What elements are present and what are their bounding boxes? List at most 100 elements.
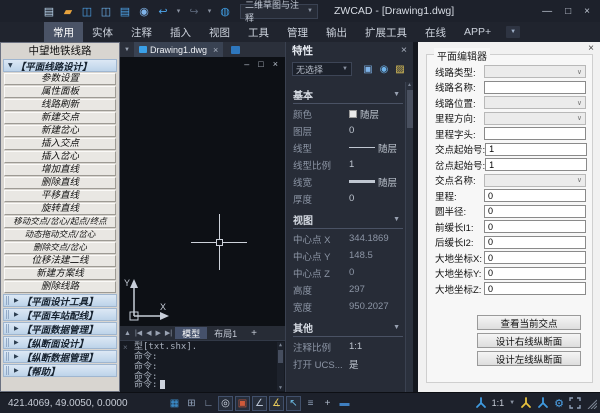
tab-list-dropdown-icon[interactable]: ▼ [120,47,134,53]
annotation-scale-value[interactable]: 1:1 [492,398,505,408]
object-snap-icon[interactable]: ◎ [218,396,233,411]
collapse-command-icon[interactable]: ▲ [123,330,132,337]
ribbon-tab[interactable]: 常用 [44,22,83,42]
workspace-dropdown[interactable]: 二维草图与注释 ▼ [240,4,318,19]
section-header[interactable]: 视图▼ [293,212,403,229]
sidebar-button[interactable]: 属性面板 [4,86,116,98]
sidebar-button[interactable]: 移动交点/岔心/起点/终点 [4,216,116,228]
form-input[interactable] [484,81,586,94]
ortho-icon[interactable]: ∟ [201,396,216,411]
property-row[interactable]: 宽度950.2027 [293,298,403,315]
document-tab[interactable]: Drawing1.dwg × [134,42,223,57]
sidebar-section[interactable]: ▶【平面设计工具】 [3,294,117,307]
dynamic-input-icon[interactable]: ↖ [286,396,301,411]
property-row[interactable]: 厚度0 [293,190,403,207]
form-input[interactable] [484,220,586,233]
sidebar-section[interactable]: ▶【帮助】 [3,364,117,377]
mdi-restore-button[interactable]: □ [258,59,263,69]
sidebar-button[interactable]: 新建岔心 [4,125,116,137]
sidebar-button[interactable]: 线路刷新 [4,99,116,111]
ribbon-tab[interactable]: APP+ [455,22,500,42]
sidebar-button[interactable]: 删除线路 [4,281,116,293]
form-select[interactable]: ∨ [484,65,586,78]
save-icon[interactable]: ◫ [80,4,94,18]
command-scrollbar[interactable]: ▲ ▼ [277,342,284,391]
sidebar-section[interactable]: ▶【平面数据管理】 [3,322,117,335]
snap-marker-icon[interactable]: ▣ [235,396,250,411]
redo-icon[interactable]: ↪ [187,4,201,18]
first-tab-icon[interactable]: |◀ [134,329,143,337]
polar-tracking-icon[interactable]: ∠ [252,396,267,411]
sidebar-button[interactable]: 插入交点 [4,138,116,150]
object-snap-tracking-icon[interactable]: ∡ [269,396,284,411]
sidebar-button[interactable]: 增加直线 [4,164,116,176]
sidebar-button[interactable]: 参数设置 [4,73,116,85]
scroll-up-icon[interactable]: ▲ [279,342,282,348]
ribbon-tab[interactable]: 工具 [239,22,278,42]
property-row[interactable]: 线宽随层 [293,173,403,190]
new-layout-icon[interactable]: + [246,328,262,339]
open-folder-icon[interactable]: ▰ [61,4,75,18]
prev-tab-icon[interactable]: ◀ [145,329,152,337]
form-input[interactable] [484,267,586,280]
sidebar-button[interactable]: 位移法建二线 [4,255,116,267]
resize-grip[interactable] [586,398,597,409]
section-header[interactable]: 其他▼ [293,320,403,337]
sidebar-button[interactable]: 删除直线 [4,177,116,189]
property-row[interactable]: 中心点 Z0 [293,264,403,281]
ribbon-tab[interactable]: 实体 [83,22,122,42]
section-header[interactable]: 基本▼ [293,87,403,104]
scroll-up-icon[interactable]: ▲ [407,82,412,88]
sidebar-button[interactable]: 插入岔心 [4,151,116,163]
command-prompt[interactable]: 命令: [134,380,165,390]
close-button[interactable]: × [584,6,590,17]
selection-cycling-icon[interactable]: + [320,396,335,411]
form-input[interactable] [484,205,586,218]
ribbon-tab[interactable]: 视图 [200,22,239,42]
ribbon-tab[interactable]: 注释 [122,22,161,42]
snap-icon[interactable]: ▦ [167,396,182,411]
properties-close-icon[interactable]: × [401,44,407,56]
editor-button[interactable]: 设计左线纵断面 [477,351,581,366]
settings-gear-icon[interactable]: ⚙ [554,397,564,410]
lineweight-icon[interactable]: ≡ [303,396,318,411]
form-input[interactable] [484,236,586,249]
print-icon[interactable]: ▤ [118,4,132,18]
maximize-button[interactable]: □ [565,6,571,17]
scrollbar-thumb[interactable] [278,350,283,363]
sidebar-section-expanded[interactable]: ▼ 【平面线路设计】 [3,59,117,72]
form-input[interactable] [484,189,586,202]
last-tab-icon[interactable]: ▶| [164,329,173,337]
property-row[interactable]: 颜色随层 [293,105,403,122]
panel-close-icon[interactable]: × [588,43,594,54]
property-row[interactable]: 中心点 Y148.5 [293,247,403,264]
form-input[interactable] [484,282,586,295]
grid-icon[interactable]: ⊞ [184,396,199,411]
chevron-down-icon[interactable]: ▼ [393,91,403,98]
preview-icon[interactable]: ◉ [137,4,151,18]
redo-dropdown-caret[interactable]: ▾ [206,4,213,18]
sidebar-section[interactable]: ▶【平面车站配线】 [3,308,117,321]
properties-scrollbar[interactable]: ▲ [405,82,413,392]
command-line-panel[interactable]: × 型[txt.shx].命令:命令:命令: 命令: ▲ ▼ [120,340,285,392]
tab-close-icon[interactable]: × [213,45,218,55]
sidebar-section[interactable]: ▶【纵断面设计】 [3,336,117,349]
property-row[interactable]: 线型比例1 [293,156,403,173]
mdi-close-button[interactable]: × [273,59,278,69]
chevron-down-icon[interactable]: ▼ [393,216,403,223]
toggle-pickadd-icon[interactable]: ▨ [393,62,407,76]
sidebar-section[interactable]: ▶【纵断数据管理】 [3,350,117,363]
form-input[interactable] [484,127,586,140]
form-select[interactable]: ∨ [484,112,586,125]
sidebar-button[interactable]: 旋转直线 [4,203,116,215]
save-as-icon[interactable]: ◫ [99,4,113,18]
editor-button[interactable]: 设计右线纵断面 [477,333,581,348]
next-tab-icon[interactable]: ▶ [155,329,162,337]
annotation-visibility-icon[interactable] [475,397,487,409]
chevron-down-icon[interactable]: ▼ [393,324,403,331]
property-row[interactable]: 中心点 X344.1869 [293,230,403,247]
command-close-icon[interactable]: × [123,343,128,352]
sidebar-button[interactable]: 动态拖动交点/岔心 [4,229,116,241]
auto-annotation-icon[interactable] [520,397,532,409]
undo-dropdown-caret[interactable]: ▾ [175,4,182,18]
